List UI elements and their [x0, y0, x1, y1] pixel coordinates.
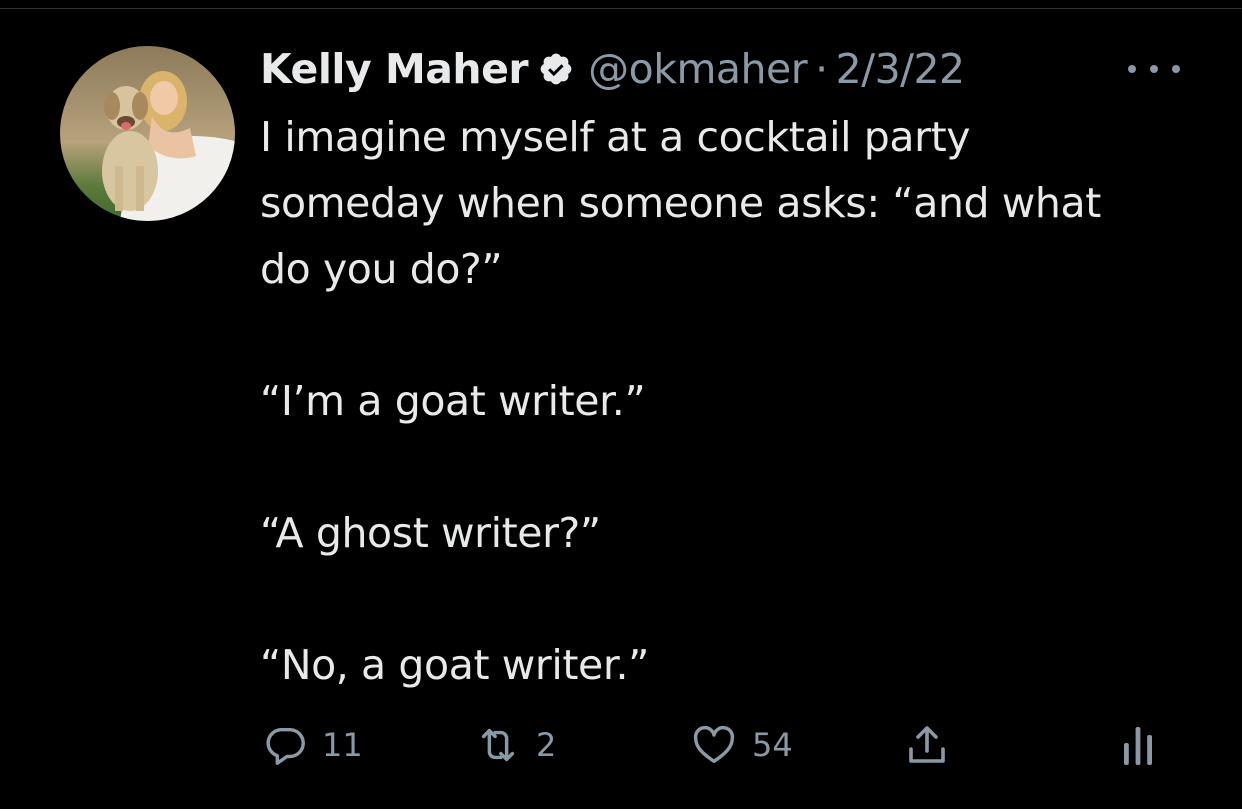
- tweet-actions: 11 2 54: [0, 715, 1242, 775]
- reply-button[interactable]: 11: [262, 715, 363, 775]
- retweet-icon: [481, 728, 515, 762]
- more-horizontal-icon[interactable]: [1128, 60, 1180, 78]
- reply-count: 11: [322, 726, 363, 764]
- retweet-button[interactable]: 2: [474, 715, 556, 775]
- analytics-icon: [1124, 727, 1152, 765]
- analytics-button[interactable]: [1120, 715, 1156, 775]
- tweet-header: Kelly Maher @okmaher · 2/3/22: [260, 40, 965, 98]
- tweet-text: I imagine myself at a cocktail party som…: [260, 104, 1160, 698]
- share-icon: [909, 726, 945, 763]
- share-button[interactable]: [903, 715, 951, 775]
- verified-badge-icon: [538, 51, 574, 87]
- author-handle[interactable]: @okmaher: [588, 45, 807, 93]
- tweet-date[interactable]: 2/3/22: [836, 45, 965, 93]
- like-count: 54: [752, 726, 793, 764]
- retweet-count: 2: [536, 726, 557, 764]
- tweet-paragraph: “A ghost writer?”: [260, 509, 601, 557]
- tweet-paragraph: I imagine myself at a cocktail party som…: [260, 113, 1101, 293]
- avatar[interactable]: [60, 46, 235, 221]
- author-name[interactable]: Kelly Maher: [260, 45, 529, 93]
- heart-icon: [693, 725, 735, 764]
- like-button[interactable]: 54: [690, 715, 793, 775]
- tweet-paragraph: “I’m a goat writer.”: [260, 377, 646, 425]
- top-divider: [0, 8, 1242, 9]
- reply-icon: [266, 727, 305, 765]
- header-separator: ·: [815, 45, 828, 93]
- tweet-paragraph: “No, a goat writer.”: [260, 641, 650, 689]
